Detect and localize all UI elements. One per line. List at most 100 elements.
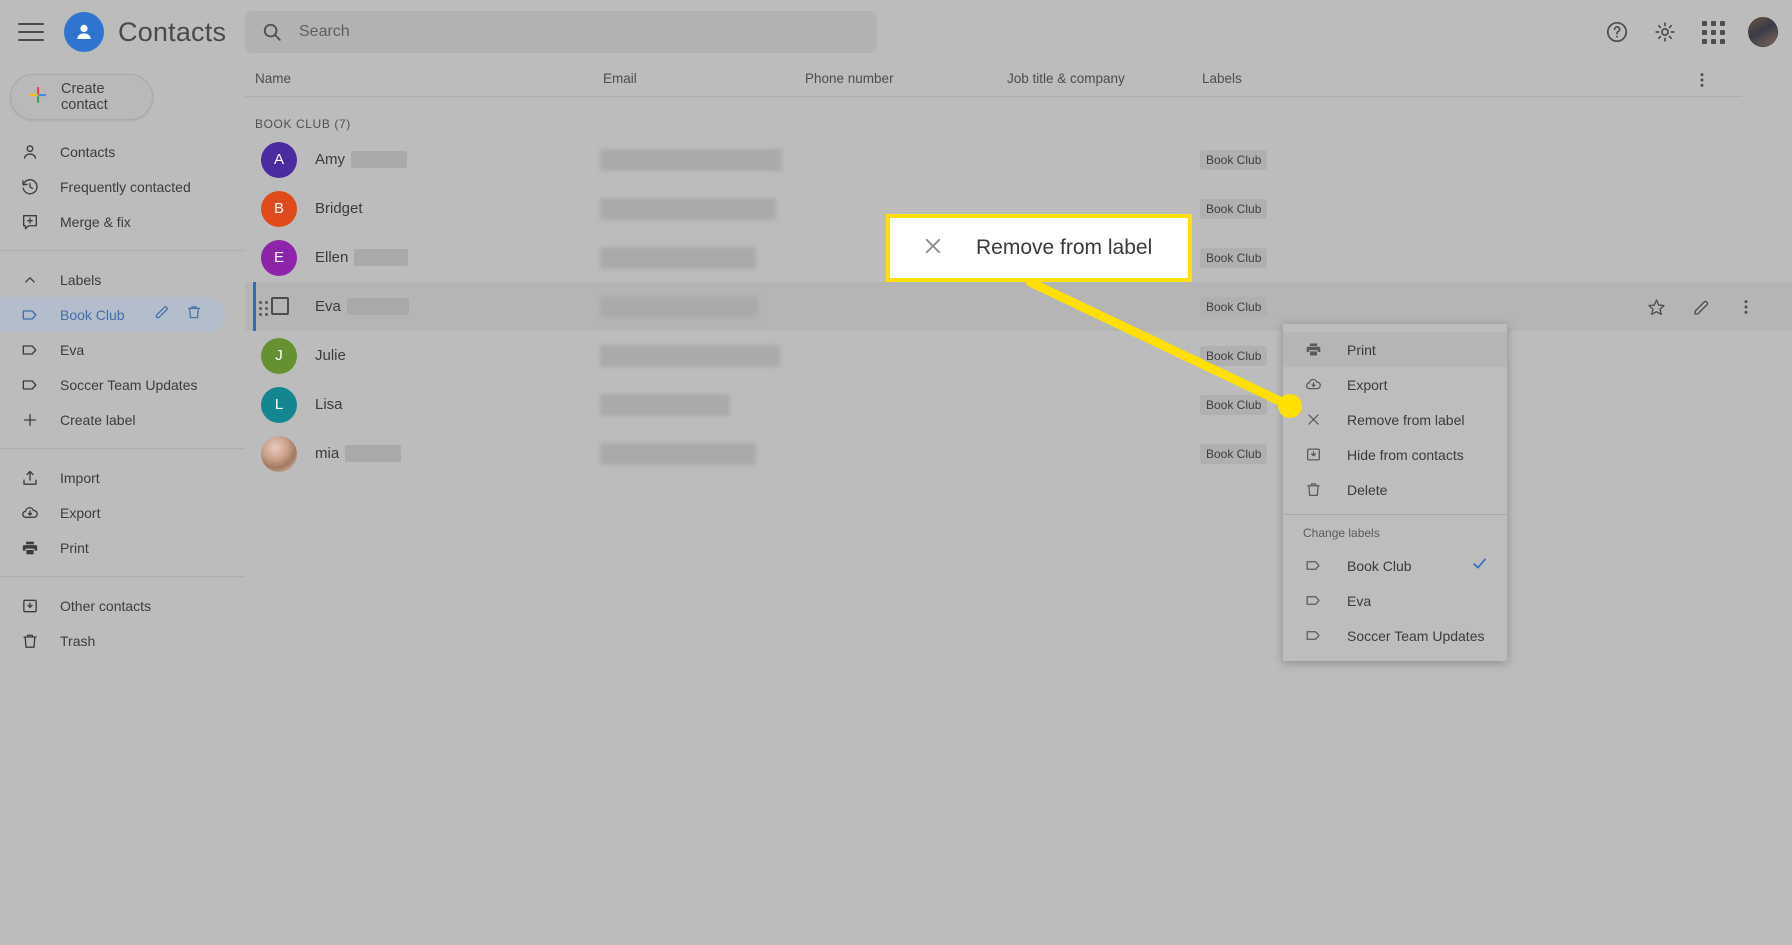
label-chip: Book Club — [1200, 198, 1268, 219]
table-row[interactable]: A Amy Book Club — [245, 135, 1792, 184]
help-icon[interactable] — [1604, 19, 1630, 45]
sidebar-item-label: Soccer Team Updates — [60, 376, 198, 393]
sidebar-nav: Contacts Frequently contacted Merge & fi… — [0, 134, 245, 658]
annotation-callout-label: Remove from label — [976, 236, 1153, 259]
context-menu-item-label: Book Club — [1347, 557, 1412, 574]
context-menu-item-export[interactable]: Export — [1283, 367, 1507, 402]
context-menu-item-label: Remove from label — [1347, 411, 1465, 428]
sidebar: Create contact Contacts Frequently conta… — [0, 64, 245, 945]
label-chip: Book Club — [1200, 345, 1268, 366]
sidebar-item-label-eva[interactable]: Eva — [0, 332, 225, 367]
context-menu-item-remove-from-label[interactable]: Remove from label — [1283, 402, 1507, 437]
trash-icon[interactable] — [185, 303, 203, 326]
context-menu-label-book-club[interactable]: Book Club — [1283, 548, 1507, 583]
table-row[interactable]: mia Book Club — [245, 429, 1792, 478]
merge-fix-icon — [20, 212, 40, 232]
sidebar-item-merge-and-fix[interactable]: Merge & fix — [0, 204, 225, 239]
table-row[interactable]: L Lisa Book Club — [245, 380, 1792, 429]
label-tag-icon — [20, 305, 40, 325]
context-menu-item-print[interactable]: Print — [1283, 332, 1507, 367]
create-contact-button[interactable]: Create contact — [10, 74, 153, 120]
column-header-labels[interactable]: Labels — [1202, 71, 1242, 86]
search-icon — [245, 21, 299, 43]
sidebar-item-export[interactable]: Export — [0, 495, 225, 530]
table-row[interactable]: J Julie Book Club — [245, 331, 1792, 380]
sidebar-item-print[interactable]: Print — [0, 530, 225, 565]
sidebar-item-label: Contacts — [60, 143, 116, 160]
trash-icon — [20, 631, 40, 651]
more-vertical-icon[interactable] — [1692, 69, 1712, 96]
sidebar-item-contacts[interactable]: Contacts — [0, 134, 225, 169]
label-tag-icon — [1303, 626, 1323, 646]
sidebar-divider-1 — [0, 250, 245, 251]
sidebar-item-other-contacts[interactable]: Other contacts — [0, 588, 225, 623]
label-tag-icon — [20, 375, 40, 395]
hamburger-menu-icon[interactable] — [18, 23, 44, 41]
sidebar-item-label-soccer-team-updates[interactable]: Soccer Team Updates — [0, 367, 225, 402]
more-vertical-icon[interactable] — [1736, 296, 1756, 323]
group-title: BOOK CLUB (7) — [255, 117, 351, 131]
table-row-selected[interactable]: Eva Book Club — [245, 282, 1792, 331]
context-menu-section-title: Change labels — [1303, 526, 1380, 540]
search-input[interactable] — [299, 23, 877, 41]
history-clock-icon — [20, 177, 40, 197]
account-avatar[interactable] — [1748, 17, 1778, 47]
drag-handle-icon[interactable] — [259, 301, 268, 316]
label-tag-icon — [1303, 556, 1323, 576]
context-menu-item-delete[interactable]: Delete — [1283, 472, 1507, 507]
email-redacted — [600, 345, 780, 367]
label-chip: Book Club — [1200, 394, 1268, 415]
context-menu-item-label: Print — [1347, 341, 1376, 358]
contact-name: Eva — [315, 298, 409, 315]
column-header-job-title[interactable]: Job title & company — [1007, 71, 1125, 86]
contact-name: Julie — [315, 347, 346, 364]
avatar: J — [261, 337, 297, 374]
sidebar-item-create-label[interactable]: Create label — [0, 402, 225, 437]
plus-icon — [20, 410, 40, 430]
settings-gear-icon[interactable] — [1652, 19, 1678, 45]
contact-name: mia — [315, 445, 402, 462]
page-title: Contacts — [118, 16, 227, 47]
create-contact-label: Create contact — [61, 81, 108, 113]
context-menu-label-eva[interactable]: Eva — [1283, 583, 1507, 618]
sidebar-labels-header[interactable]: Labels — [0, 262, 225, 297]
chevron-up-icon — [20, 270, 40, 290]
pencil-icon[interactable] — [153, 303, 171, 326]
sidebar-item-frequently-contacted[interactable]: Frequently contacted — [0, 169, 225, 204]
context-menu: Print Export Remove from label Hide from… — [1283, 324, 1507, 661]
email-redacted — [600, 443, 756, 465]
avatar: A — [261, 141, 297, 178]
topbar-actions — [1604, 0, 1778, 64]
star-icon[interactable] — [1646, 297, 1667, 323]
close-x-icon — [1303, 410, 1323, 430]
contact-name: Amy — [315, 151, 407, 168]
column-header-name[interactable]: Name — [255, 71, 291, 86]
contact-name: Lisa — [315, 396, 343, 413]
email-redacted — [600, 149, 782, 171]
app-brand: Contacts — [64, 12, 226, 52]
search-bar[interactable] — [245, 11, 877, 53]
label-chip: Book Club — [1200, 149, 1268, 170]
pencil-edit-icon[interactable] — [1691, 297, 1712, 323]
contact-name: Ellen — [315, 249, 409, 266]
context-menu-item-label: Soccer Team Updates — [1347, 627, 1485, 644]
context-menu-label-soccer-team-updates[interactable]: Soccer Team Updates — [1283, 618, 1507, 653]
email-redacted — [600, 394, 730, 416]
avatar: B — [261, 190, 297, 227]
other-contacts-icon — [20, 596, 40, 616]
person-icon — [20, 142, 40, 162]
google-apps-grid-icon[interactable] — [1700, 19, 1726, 45]
context-menu-item-hide-from-contacts[interactable]: Hide from contacts — [1283, 437, 1507, 472]
context-menu-divider — [1283, 514, 1507, 515]
column-header-email[interactable]: Email — [603, 71, 637, 86]
sidebar-item-trash[interactable]: Trash — [0, 623, 225, 658]
column-header-phone[interactable]: Phone number — [805, 71, 894, 86]
avatar: L — [261, 386, 297, 423]
contact-name: Bridget — [315, 200, 363, 217]
sidebar-item-label-book-club[interactable]: Book Club — [0, 297, 225, 332]
sidebar-item-import[interactable]: Import — [0, 460, 225, 495]
printer-icon — [1303, 340, 1323, 360]
export-cloud-download-icon — [1303, 375, 1323, 395]
avatar: E — [261, 239, 297, 276]
row-checkbox[interactable] — [271, 297, 289, 315]
